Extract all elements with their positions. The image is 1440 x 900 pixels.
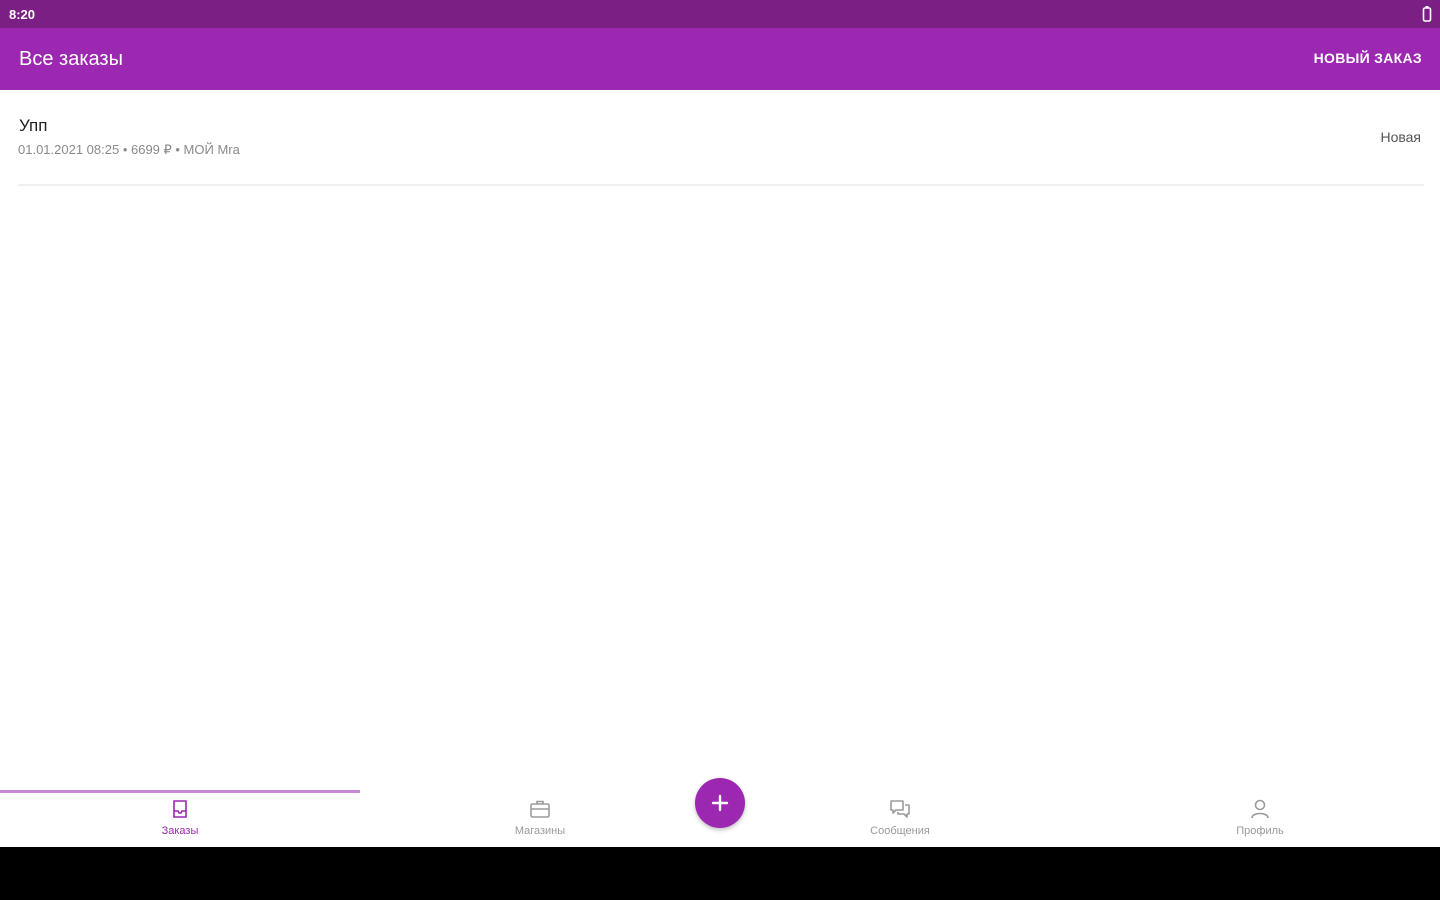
plus-icon [711, 794, 729, 812]
add-order-fab[interactable] [695, 778, 745, 828]
order-title: Упп [19, 116, 48, 135]
battery-icon [1422, 6, 1432, 22]
active-tab-indicator [0, 790, 360, 793]
system-nav-bar [0, 847, 1440, 900]
nav-item-shops[interactable]: Магазины [360, 790, 720, 847]
nav-item-messages[interactable]: Сообщения [720, 790, 1080, 847]
page-title: Все заказы [19, 48, 123, 70]
nav-item-orders[interactable]: Заказы [0, 790, 360, 847]
chat-icon [890, 800, 910, 818]
status-time: 8:20 [9, 7, 36, 22]
person-icon [1251, 799, 1269, 819]
new-order-button[interactable]: НОВЫЙ ЗАКАЗ [1314, 50, 1422, 66]
briefcase-icon [530, 800, 550, 818]
status-badge: Новая [1380, 129, 1421, 145]
nav-label: Сообщения [870, 825, 930, 837]
nav-label: Магазины [514, 825, 566, 837]
nav-item-profile[interactable]: Профиль [1080, 790, 1440, 847]
order-meta: 01.01.2021 08:25 • 6699 ₽ • МОЙ Mra [18, 142, 240, 157]
nav-label: Заказы [161, 825, 199, 837]
inbox-icon [173, 800, 187, 818]
status-bar: 8:20 [0, 0, 1440, 28]
app-bar: Все заказы НОВЫЙ ЗАКАЗ [0, 28, 1440, 90]
list-item[interactable]: Упп 01.01.2021 08:25 • 6699 ₽ • МОЙ Mra … [18, 92, 1424, 186]
nav-label: Профиль [1236, 825, 1284, 837]
